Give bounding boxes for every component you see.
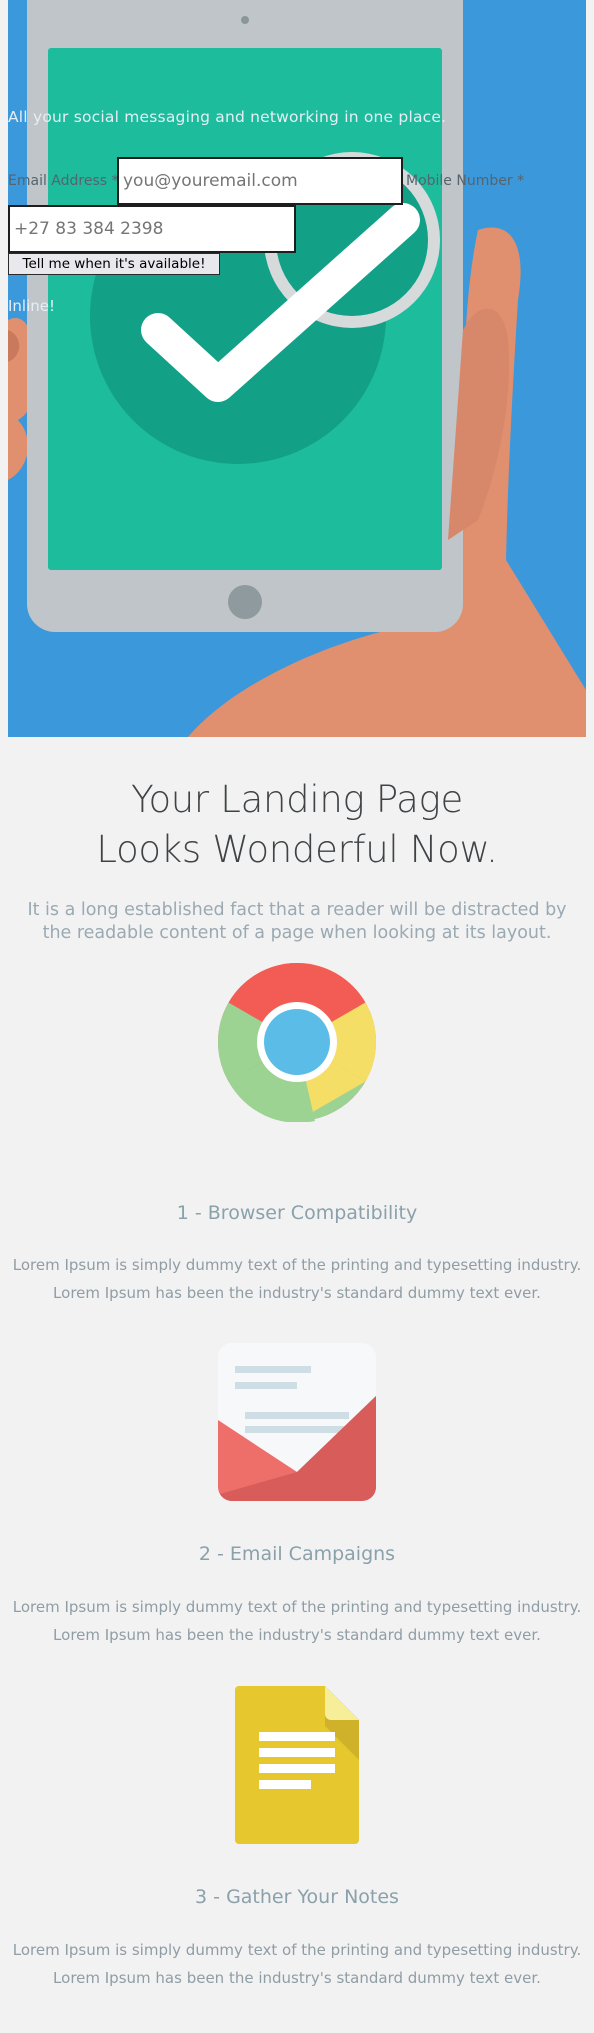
feature-title: 1 - Browser Compatibility — [176, 1202, 418, 1224]
notes-icon — [235, 1686, 359, 1844]
intro-section: Your Landing Page Looks Wonderful Now. I… — [0, 775, 594, 945]
email-label: Email Address * — [8, 173, 119, 189]
hero-tagline: All your social messaging and networking… — [8, 108, 447, 126]
page-headline: Your Landing Page Looks Wonderful Now. — [0, 775, 594, 875]
headline-line-2: Looks Wonderful Now. — [96, 828, 498, 871]
feature-browser-compatibility: 1 - Browser Compatibility Lorem Ipsum is… — [0, 962, 594, 1302]
inline-note: Inline! — [8, 297, 56, 315]
mobile-field[interactable] — [8, 205, 296, 253]
feature-text: Lorem Ipsum is simply dummy text of the … — [12, 1941, 582, 1987]
notify-button[interactable]: Tell me when it's available! — [8, 253, 220, 275]
chrome-icon — [218, 963, 376, 1122]
feature-email-campaigns: 2 - Email Campaigns Lorem Ipsum is simpl… — [0, 1342, 594, 1644]
hero-section: All your social messaging and networking… — [8, 0, 586, 737]
headline-line-1: Your Landing Page — [131, 778, 463, 821]
email-field[interactable] — [117, 157, 403, 205]
feature-title: 3 - Gather Your Notes — [195, 1886, 399, 1908]
envelope-icon — [218, 1343, 376, 1501]
feature-gather-notes: 3 - Gather Your Notes Lorem Ipsum is sim… — [0, 1686, 594, 1987]
feature-title: 2 - Email Campaigns — [198, 1543, 396, 1565]
feature-text: Lorem Ipsum is simply dummy text of the … — [12, 1256, 582, 1302]
mobile-label: Mobile Number * — [406, 173, 525, 189]
feature-text: Lorem Ipsum is simply dummy text of the … — [12, 1598, 582, 1644]
intro-lead: It is a long established fact that a rea… — [27, 900, 567, 943]
